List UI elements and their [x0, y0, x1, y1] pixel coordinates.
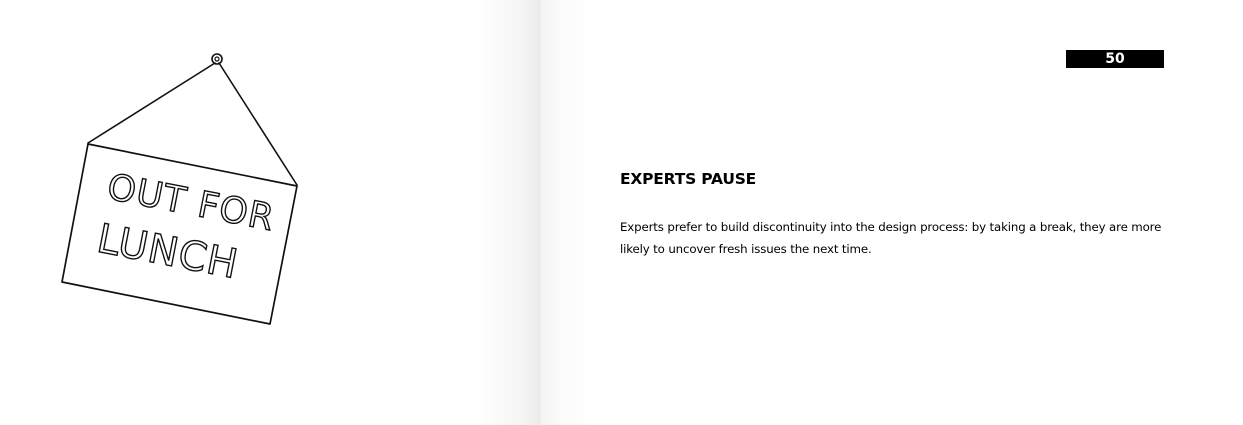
book-spread: OUT FOR LUNCH 50 EXPERTS PAUSE Experts p… — [0, 0, 1243, 425]
right-page: 50 EXPERTS PAUSE Experts prefer to build… — [540, 0, 1243, 425]
body-paragraph: Experts prefer to build discontinuity in… — [620, 220, 1162, 256]
left-page: OUT FOR LUNCH — [0, 0, 540, 425]
out-for-lunch-sign-icon: OUT FOR LUNCH — [61, 53, 298, 325]
page-title: EXPERTS PAUSE — [620, 170, 757, 188]
page-number: 50 — [1066, 50, 1164, 68]
